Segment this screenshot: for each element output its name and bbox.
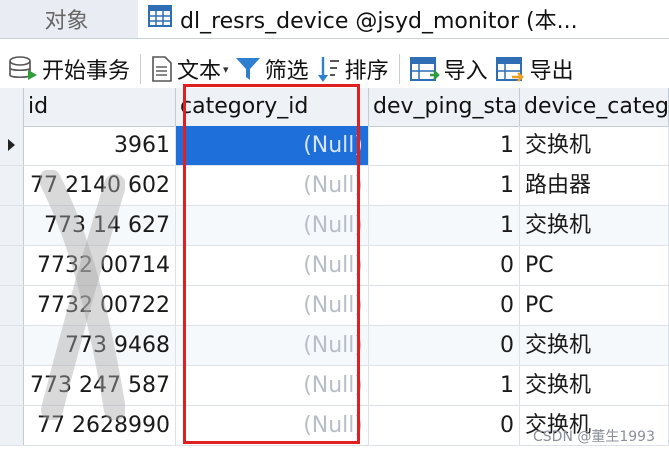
cell-id[interactable]: 773 9468 bbox=[24, 326, 176, 365]
row-gutter[interactable] bbox=[0, 246, 24, 285]
tab-table-data[interactable]: dl_resrs_device @jsyd_monitor (本... bbox=[138, 0, 669, 38]
cell-device-category[interactable]: 交换机 bbox=[520, 126, 669, 165]
tab-objects[interactable]: 对象 bbox=[0, 0, 133, 38]
cell-device-category[interactable]: PC bbox=[520, 286, 669, 325]
sort-button[interactable]: 排序 bbox=[317, 49, 389, 89]
cell-category-id[interactable]: (Null) bbox=[176, 126, 369, 165]
cell-category-id[interactable]: (Null) bbox=[176, 246, 369, 285]
column-header-device-category[interactable]: device_categ bbox=[520, 88, 669, 126]
cell-id[interactable]: 3961 bbox=[24, 126, 176, 165]
cell-device-category[interactable]: PC bbox=[520, 246, 669, 285]
tab-objects-label: 对象 bbox=[44, 9, 89, 34]
database-icon bbox=[9, 56, 37, 80]
current-row-arrow-icon bbox=[8, 139, 15, 151]
cell-category-id[interactable]: (Null) bbox=[176, 406, 369, 445]
filter-button[interactable]: 筛选 bbox=[235, 49, 309, 89]
cell-category-id[interactable]: (Null) bbox=[176, 206, 369, 245]
cell-id[interactable]: 77 2140 602 bbox=[24, 166, 176, 205]
watermark: CSDN @董生1993 bbox=[533, 429, 655, 445]
column-header-dev-ping-status[interactable]: dev_ping_sta bbox=[369, 88, 520, 126]
import-label: 导入 bbox=[443, 59, 488, 84]
sort-icon bbox=[317, 57, 339, 82]
cell-dev-ping-status[interactable]: 0 bbox=[369, 286, 520, 325]
export-icon bbox=[495, 57, 524, 82]
cell-category-id[interactable]: (Null) bbox=[176, 286, 369, 325]
table-row[interactable]: 773 14 627 (Null) 1 交换机 bbox=[0, 206, 669, 246]
row-gutter[interactable] bbox=[0, 206, 24, 245]
export-button[interactable]: 导出 bbox=[495, 49, 574, 89]
table-row[interactable]: 773 247 587 (Null) 1 交换机 bbox=[0, 366, 669, 406]
cell-device-category[interactable]: 交换机 bbox=[520, 366, 669, 405]
grid-rows: 3961 (Null) 1 交换机 77 2140 602 (Null) 1 路… bbox=[0, 126, 669, 446]
table-row[interactable]: 773 9468 (Null) 0 交换机 bbox=[0, 326, 669, 366]
cell-dev-ping-status[interactable]: 0 bbox=[369, 326, 520, 365]
cell-category-id[interactable]: (Null) bbox=[176, 166, 369, 205]
begin-transaction-label: 开始事务 bbox=[42, 59, 131, 84]
row-gutter[interactable] bbox=[0, 286, 24, 325]
cell-id[interactable]: 773 247 587 bbox=[24, 366, 176, 405]
table-row[interactable]: 3961 (Null) 1 交换机 bbox=[0, 126, 669, 166]
column-header-id[interactable]: id bbox=[24, 88, 176, 126]
cell-device-category[interactable]: 交换机 bbox=[520, 206, 669, 245]
cell-dev-ping-status[interactable]: 1 bbox=[369, 126, 520, 165]
row-gutter[interactable] bbox=[0, 166, 24, 205]
cell-dev-ping-status[interactable]: 0 bbox=[369, 246, 520, 285]
cell-category-id[interactable]: (Null) bbox=[176, 326, 369, 365]
row-gutter[interactable] bbox=[0, 366, 24, 405]
toolbar-divider bbox=[398, 54, 400, 84]
toolbar: 开始事务 文本 ▾ 筛选 排序 导入 导出 bbox=[0, 45, 669, 94]
begin-transaction-button[interactable]: 开始事务 bbox=[8, 49, 130, 89]
cell-id[interactable]: 773 14 627 bbox=[24, 206, 176, 245]
toolbar-divider bbox=[140, 54, 142, 84]
header-gutter bbox=[0, 88, 24, 126]
row-gutter[interactable] bbox=[0, 126, 24, 165]
tab-table-title: dl_resrs_device @jsyd_monitor (本... bbox=[180, 9, 578, 34]
table-row[interactable]: 7732 00714 (Null) 0 PC bbox=[0, 246, 669, 286]
grid-header: id category_id dev_ping_sta device_categ bbox=[0, 88, 669, 127]
cell-device-category[interactable]: 交换机 bbox=[520, 326, 669, 365]
document-icon bbox=[152, 56, 172, 82]
data-grid: id category_id dev_ping_sta device_categ… bbox=[0, 88, 669, 454]
export-label: 导出 bbox=[529, 59, 574, 84]
table-row[interactable]: 7732 00722 (Null) 0 PC bbox=[0, 286, 669, 326]
chevron-down-icon: ▾ bbox=[223, 62, 229, 76]
cell-category-id[interactable]: (Null) bbox=[176, 366, 369, 405]
cell-dev-ping-status[interactable]: 0 bbox=[369, 406, 520, 445]
row-gutter[interactable] bbox=[0, 406, 24, 445]
table-row[interactable]: 77 2140 602 (Null) 1 路由器 bbox=[0, 166, 669, 206]
filter-icon bbox=[235, 58, 260, 80]
filter-label: 筛选 bbox=[264, 59, 309, 84]
cell-dev-ping-status[interactable]: 1 bbox=[369, 366, 520, 405]
import-button[interactable]: 导入 bbox=[409, 49, 488, 89]
cell-id[interactable]: 7732 00714 bbox=[24, 246, 176, 285]
cell-id[interactable]: 77 2628990 bbox=[24, 406, 176, 445]
text-label: 文本 bbox=[177, 59, 222, 84]
sort-label: 排序 bbox=[344, 59, 389, 84]
cell-dev-ping-status[interactable]: 1 bbox=[369, 206, 520, 245]
table-icon bbox=[148, 5, 172, 33]
cell-id[interactable]: 7732 00722 bbox=[24, 286, 176, 325]
import-icon bbox=[409, 57, 440, 81]
row-gutter[interactable] bbox=[0, 326, 24, 365]
cell-dev-ping-status[interactable]: 1 bbox=[369, 166, 520, 205]
text-button[interactable]: 文本 ▾ bbox=[151, 49, 229, 89]
tab-bar: 对象 dl_resrs_device @jsyd_monitor (本... bbox=[0, 0, 669, 39]
cell-device-category[interactable]: 路由器 bbox=[520, 166, 669, 205]
column-header-category-id[interactable]: category_id bbox=[176, 88, 369, 126]
